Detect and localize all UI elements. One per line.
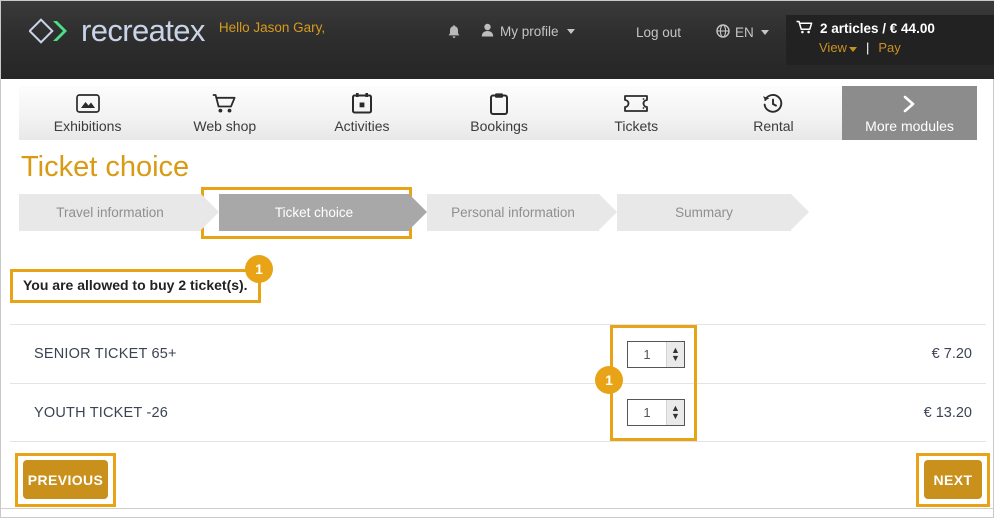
brand-name: recreatex	[81, 13, 205, 48]
ticket-choice-page: recreatex Hello Jason Gary, My profile L…	[0, 0, 994, 518]
chevron-down-icon	[566, 29, 575, 34]
clipboard-icon	[490, 92, 509, 115]
ticket-price: € 7.20	[931, 346, 972, 362]
user-greeting: Hello Jason Gary,	[218, 20, 326, 35]
globe-icon	[716, 24, 730, 41]
nav-item-bookings[interactable]: Bookings	[431, 86, 568, 140]
module-navigation-bar: Exhibitions Web shop Activities Bookings…	[19, 86, 978, 140]
nav-item-exhibitions[interactable]: Exhibitions	[19, 86, 156, 140]
cart-actions: View | Pay	[796, 40, 994, 55]
nav-label-bookings: Bookings	[470, 117, 528, 134]
page-title: Ticket choice	[21, 151, 190, 183]
language-label: EN	[735, 25, 754, 40]
picture-frame-icon	[75, 93, 100, 115]
annotation-badge-1: 1	[245, 255, 273, 283]
nav-label-activities: Activities	[334, 117, 390, 134]
wizard-breadcrumb: Travel information Ticket choice Persona…	[19, 194, 809, 231]
chevron-down-icon[interactable]: ▼	[671, 353, 680, 362]
cart-total-row: 2 articles / € 44.00	[796, 20, 994, 37]
quantity-stepper[interactable]: ▲ ▼	[627, 399, 685, 426]
cart-action-separator: |	[865, 40, 870, 55]
header-right-cluster: My profile Log out EN 2 articles / € 44.…	[441, 1, 994, 79]
step-travel-information[interactable]: Travel information	[19, 194, 219, 231]
chevron-down-icon[interactable]: ▼	[671, 412, 680, 421]
footer-divider	[1, 508, 994, 509]
calendar-icon	[351, 93, 372, 115]
nav-item-more-modules[interactable]: More modules	[842, 86, 978, 140]
nav-label-tickets: Tickets	[614, 117, 659, 134]
table-row: SENIOR TICKET 65+ ▲ ▼ € 7.20	[10, 324, 986, 383]
cart-pay-link[interactable]: Pay	[878, 40, 900, 55]
notification-bell-icon[interactable]	[447, 24, 461, 44]
quantity-input[interactable]	[628, 341, 666, 367]
ticket-name: YOUTH TICKET -26	[34, 404, 168, 421]
nav-item-activities[interactable]: Activities	[293, 86, 430, 140]
step-label: Travel information	[56, 205, 164, 220]
cart-summary-box: 2 articles / € 44.00 View | Pay	[786, 15, 994, 65]
nav-label-web-shop: Web shop	[193, 117, 257, 134]
quantity-input[interactable]	[628, 400, 666, 425]
annotation-badge-2: 1	[595, 366, 623, 394]
shopping-cart-icon	[212, 93, 237, 115]
cart-view-link[interactable]: View	[819, 40, 857, 55]
quantity-spinner[interactable]: ▲ ▼	[666, 341, 684, 367]
step-label: Personal information	[451, 205, 575, 220]
next-button[interactable]: NEXT	[924, 460, 982, 499]
nav-item-rental[interactable]: Rental	[705, 86, 842, 140]
user-icon	[481, 23, 494, 40]
brand-logo[interactable]: recreatex	[28, 13, 205, 48]
nav-label-rental: Rental	[753, 117, 794, 134]
language-selector[interactable]: EN	[716, 24, 769, 41]
nav-item-web-shop[interactable]: Web shop	[156, 86, 293, 140]
ticket-list: SENIOR TICKET 65+ ▲ ▼ € 7.20 YOUTH TICKE…	[10, 324, 986, 442]
ticket-price: € 13.20	[923, 404, 972, 421]
previous-button[interactable]: PREVIOUS	[23, 460, 108, 499]
quantity-spinner[interactable]: ▲ ▼	[666, 400, 684, 425]
nav-label-exhibitions: Exhibitions	[53, 117, 122, 134]
my-profile-label: My profile	[500, 24, 559, 39]
logout-link[interactable]: Log out	[636, 25, 681, 40]
step-label: Ticket choice	[274, 205, 354, 220]
shopping-cart-icon	[796, 20, 813, 37]
top-header-bar: recreatex Hello Jason Gary, My profile L…	[1, 1, 994, 79]
step-label: Summary	[675, 205, 733, 220]
nav-label-more-modules: More modules	[865, 117, 954, 134]
ticket-limit-alert: You are allowed to buy 2 ticket(s).	[10, 269, 261, 303]
quantity-stepper[interactable]: ▲ ▼	[627, 340, 685, 368]
table-row: YOUTH TICKET -26 ▲ ▼ € 13.20	[10, 383, 986, 442]
ticket-icon	[624, 93, 649, 115]
my-profile-menu[interactable]: My profile	[481, 23, 575, 40]
step-ticket-choice[interactable]: Ticket choice	[219, 194, 427, 231]
chevron-right-icon	[902, 93, 918, 115]
step-summary[interactable]: Summary	[617, 194, 809, 231]
chevron-down-icon	[760, 30, 769, 35]
ticket-name: SENIOR TICKET 65+	[34, 346, 177, 362]
nav-item-tickets[interactable]: Tickets	[568, 86, 705, 140]
step-personal-information[interactable]: Personal information	[427, 194, 617, 231]
chevron-down-icon	[848, 47, 857, 52]
cart-summary-text: 2 articles / € 44.00	[820, 21, 935, 36]
diamond-chevron-logo-icon	[28, 16, 73, 46]
clock-history-icon	[762, 93, 784, 115]
